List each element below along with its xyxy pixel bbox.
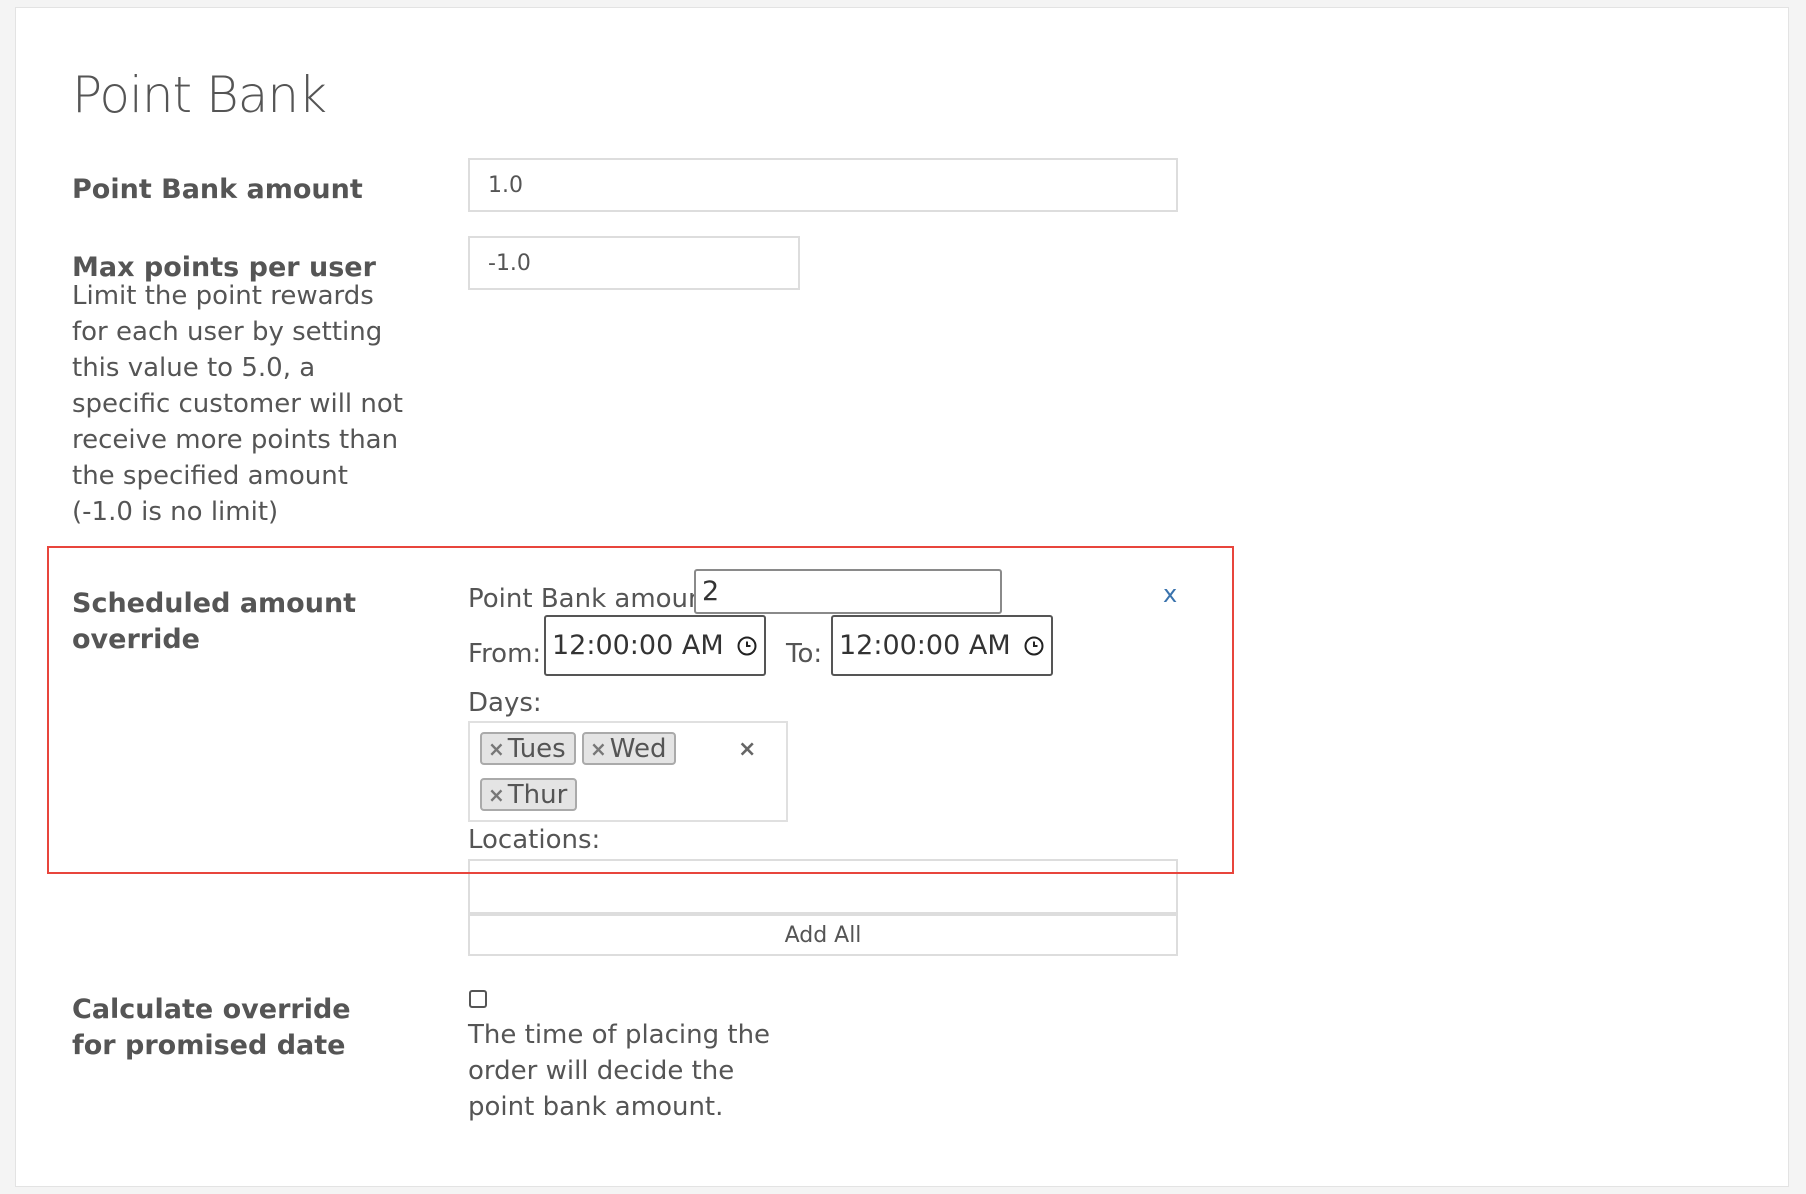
remove-override-button[interactable]: x <box>1163 582 1177 606</box>
scheduled-override-label: Scheduled amount override <box>72 588 357 655</box>
from-label: From: <box>468 639 542 669</box>
clock-icon[interactable] <box>736 635 758 657</box>
point-bank-amount-label: Point Bank amount <box>72 174 363 205</box>
from-time-input[interactable]: 12:00:00 AM <box>544 615 766 676</box>
promised-date-help: The time of placing the order will decid… <box>468 1020 771 1122</box>
clear-days-icon[interactable]: × <box>738 737 756 762</box>
to-label: To: <box>786 639 823 669</box>
day-tag-label: Wed <box>609 733 667 764</box>
tag-remove-icon[interactable]: × <box>488 783 505 807</box>
max-points-description: Limit the point rewards for each user by… <box>72 281 403 527</box>
day-tag-label: Tues <box>507 733 566 764</box>
add-all-button[interactable]: Add All <box>468 914 1178 956</box>
max-points-input[interactable] <box>468 236 800 290</box>
point-bank-amount-input[interactable] <box>468 158 1178 212</box>
day-tag: × Wed <box>582 732 677 765</box>
day-tag: × Thur <box>480 778 578 811</box>
from-time-value: 12:00:00 AM <box>552 630 724 661</box>
page-title: Point Bank <box>72 66 327 124</box>
locations-label: Locations: <box>468 825 601 855</box>
override-amount-input[interactable] <box>694 569 1002 614</box>
day-tag-label: Thur <box>507 779 568 810</box>
days-multiselect[interactable]: × Tues × Wed × Thur × <box>468 721 788 822</box>
days-label: Days: <box>468 688 542 718</box>
to-time-input[interactable]: 12:00:00 AM <box>831 615 1053 676</box>
promised-date-checkbox[interactable] <box>469 990 487 1008</box>
override-amount-label: Point Bank amount: <box>468 584 724 614</box>
day-tag: × Tues <box>480 732 576 765</box>
tag-remove-icon[interactable]: × <box>590 737 607 761</box>
to-time-value: 12:00:00 AM <box>839 630 1011 661</box>
point-bank-panel: Point Bank Point Bank amount Max points … <box>15 7 1789 1187</box>
locations-select[interactable] <box>468 859 1178 914</box>
clock-icon[interactable] <box>1023 635 1045 657</box>
promised-date-label: Calculate override for promised date <box>72 994 351 1061</box>
tag-remove-icon[interactable]: × <box>488 737 505 761</box>
